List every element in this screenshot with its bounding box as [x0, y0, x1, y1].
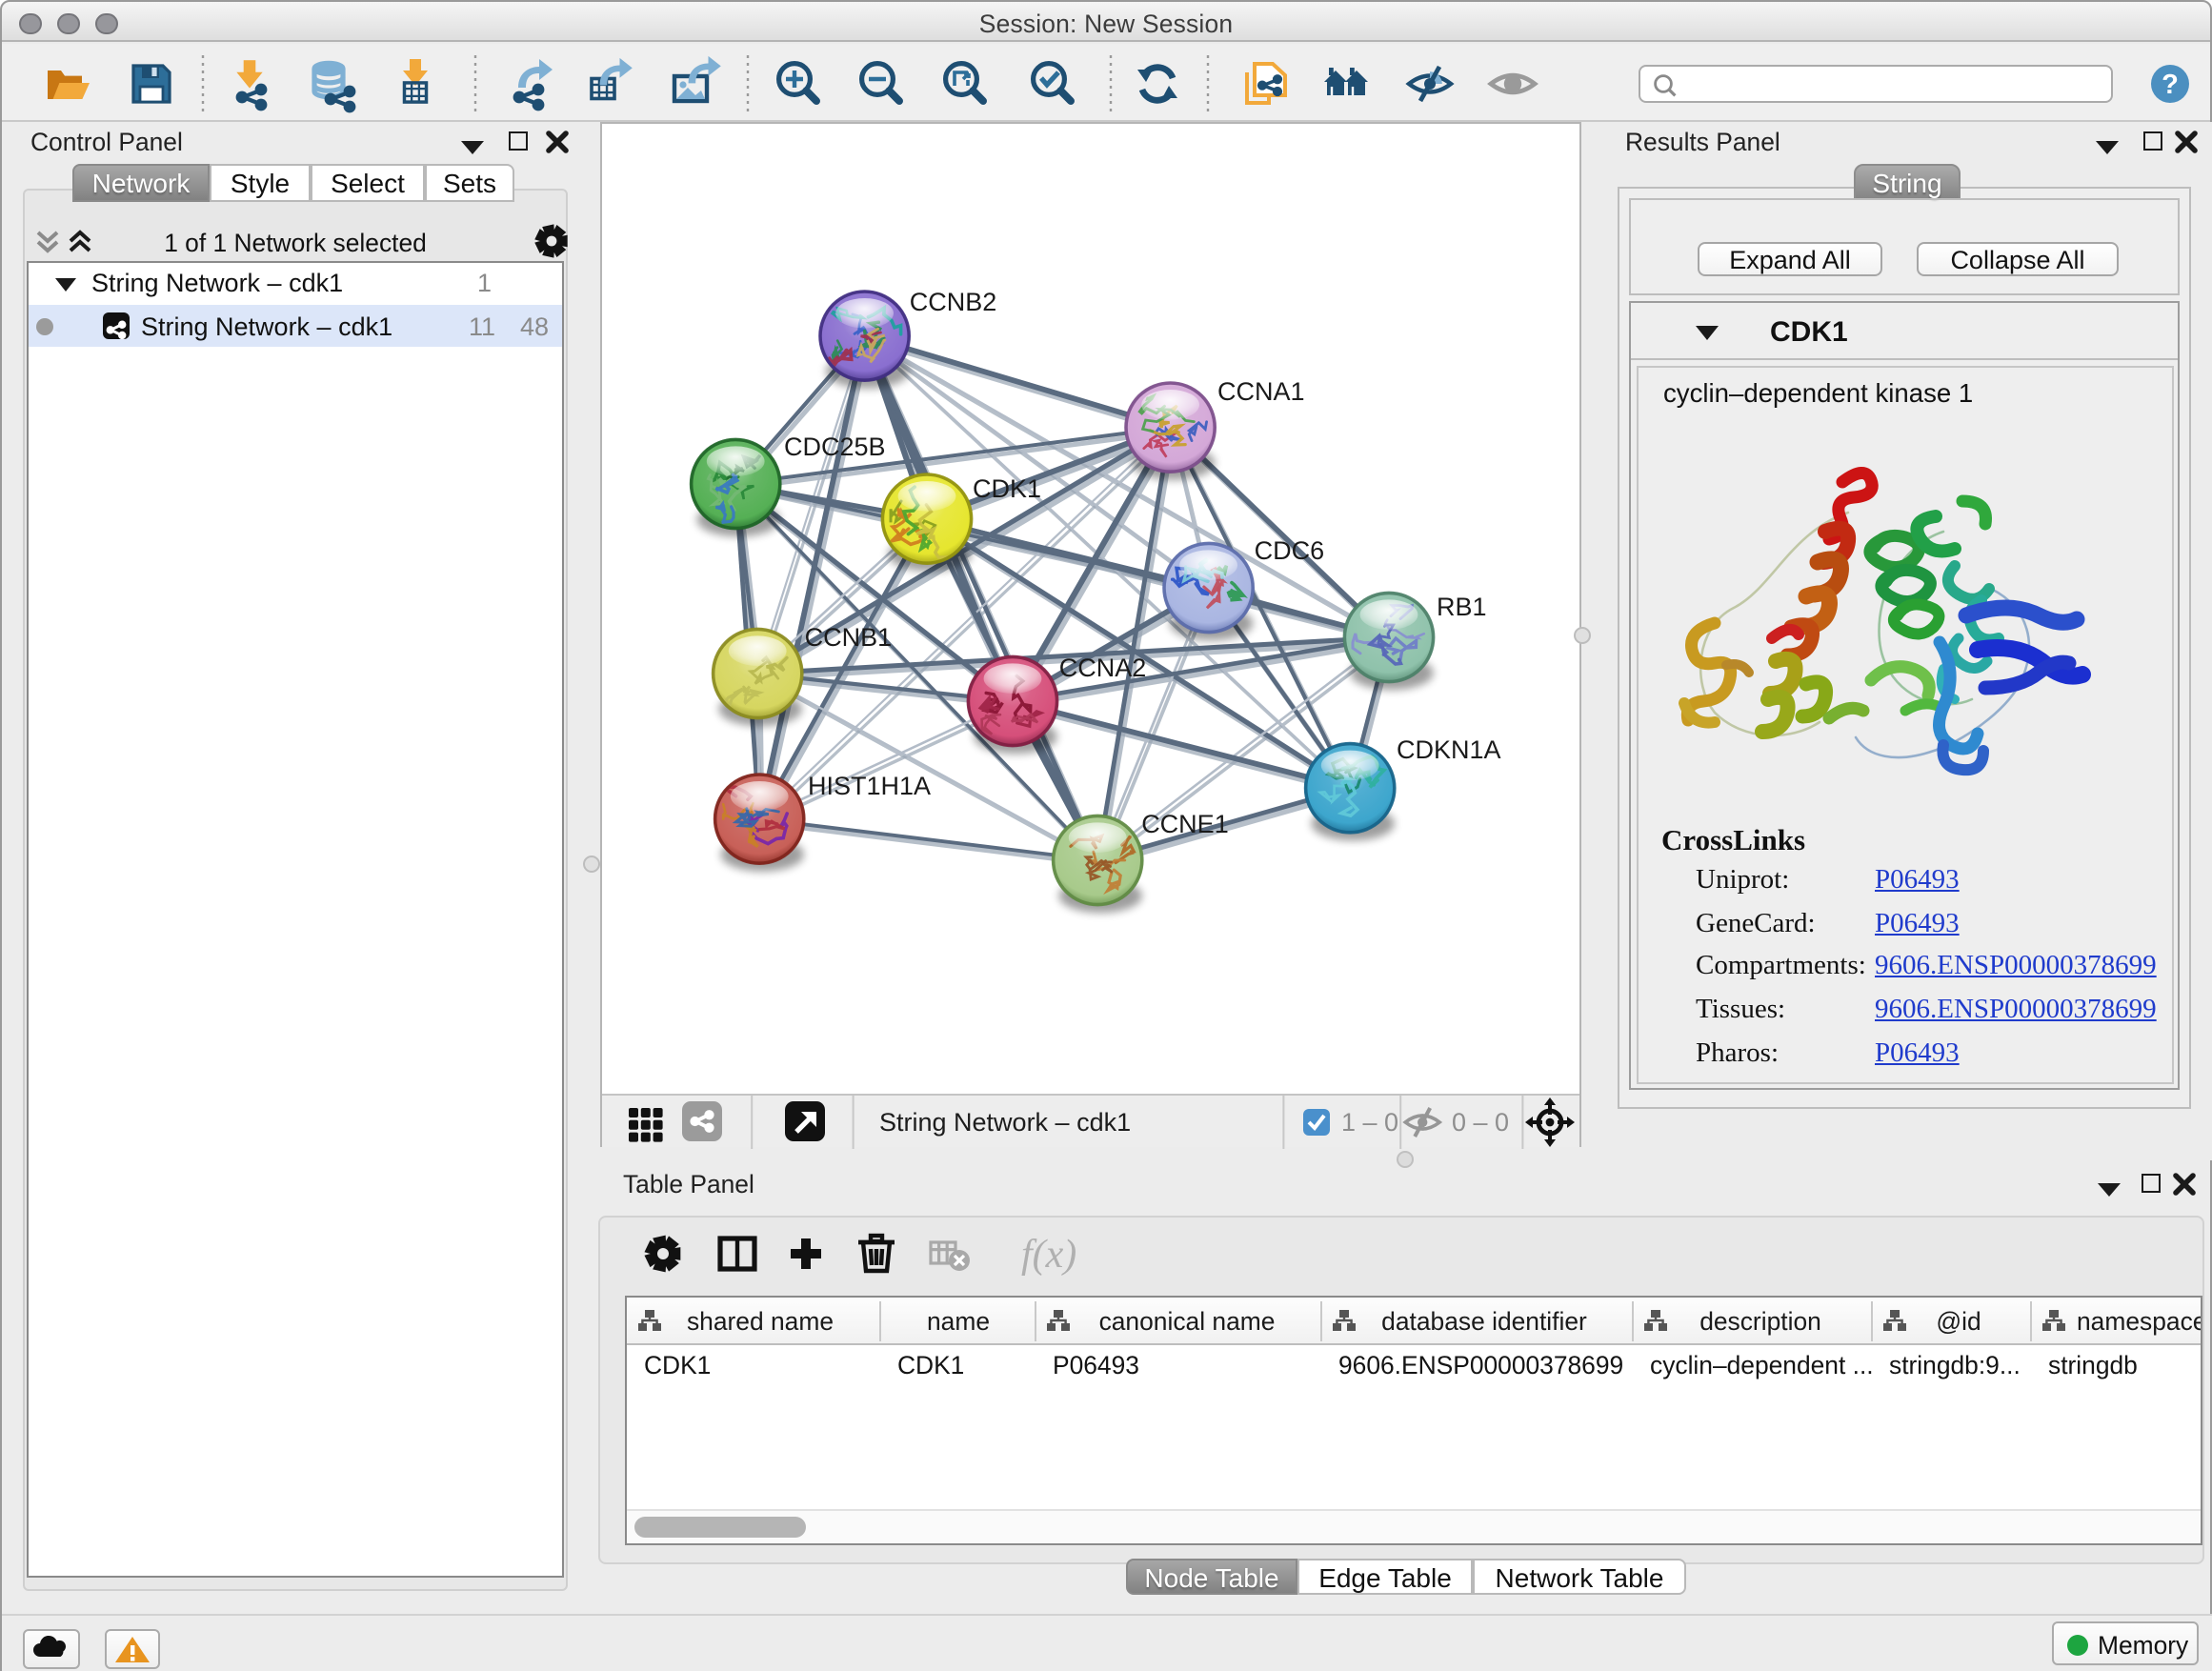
- svg-text:description: description: [1699, 1307, 1821, 1336]
- svg-text:f(x): f(x): [1021, 1233, 1076, 1277]
- svg-text:1 – 0: 1 – 0: [1341, 1108, 1398, 1137]
- svg-text:CDK1: CDK1: [973, 474, 1041, 503]
- svg-text:shared name: shared name: [687, 1307, 834, 1336]
- svg-text:?: ?: [2162, 70, 2179, 100]
- svg-text:CDKN1A: CDKN1A: [1397, 735, 1501, 764]
- svg-text:CCNB1: CCNB1: [805, 623, 893, 652]
- svg-text:canonical name: canonical name: [1099, 1307, 1276, 1336]
- svg-text:database identifier: database identifier: [1381, 1307, 1587, 1336]
- svg-text:HIST1H1A: HIST1H1A: [808, 772, 931, 800]
- svg-text:CDC6: CDC6: [1255, 536, 1325, 565]
- svg-text:CCNB2: CCNB2: [910, 288, 997, 316]
- svg-text:name: name: [927, 1307, 990, 1336]
- svg-text:String Network – cdk1: String Network – cdk1: [879, 1108, 1131, 1137]
- svg-text:0 – 0: 0 – 0: [1452, 1108, 1509, 1137]
- svg-text:RB1: RB1: [1437, 593, 1487, 621]
- svg-text:namespace: namespace: [2077, 1307, 2201, 1336]
- svg-text:CCNA2: CCNA2: [1059, 654, 1147, 682]
- svg-text:@id: @id: [1936, 1307, 1981, 1336]
- svg-text:CCNA1: CCNA1: [1217, 377, 1305, 406]
- svg-text:CCNE1: CCNE1: [1141, 810, 1229, 838]
- svg-text:CDC25B: CDC25B: [784, 433, 886, 461]
